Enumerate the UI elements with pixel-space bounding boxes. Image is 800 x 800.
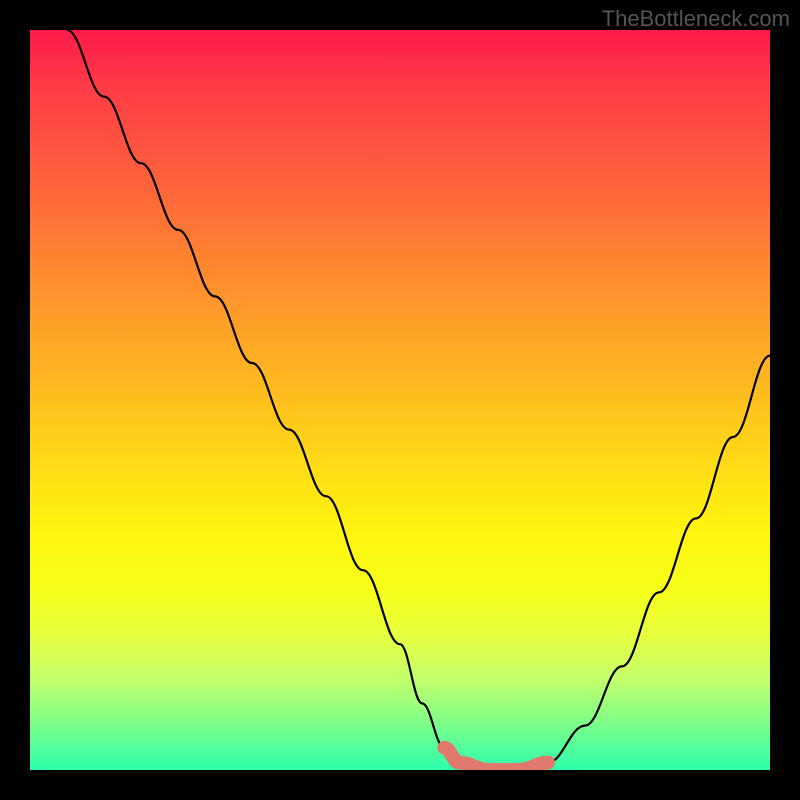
chart-svg xyxy=(30,30,770,770)
chart-curve xyxy=(67,30,770,770)
watermark-text: TheBottleneck.com xyxy=(602,6,790,32)
chart-plot-area xyxy=(30,30,770,770)
chart-highlight-band xyxy=(444,748,548,770)
